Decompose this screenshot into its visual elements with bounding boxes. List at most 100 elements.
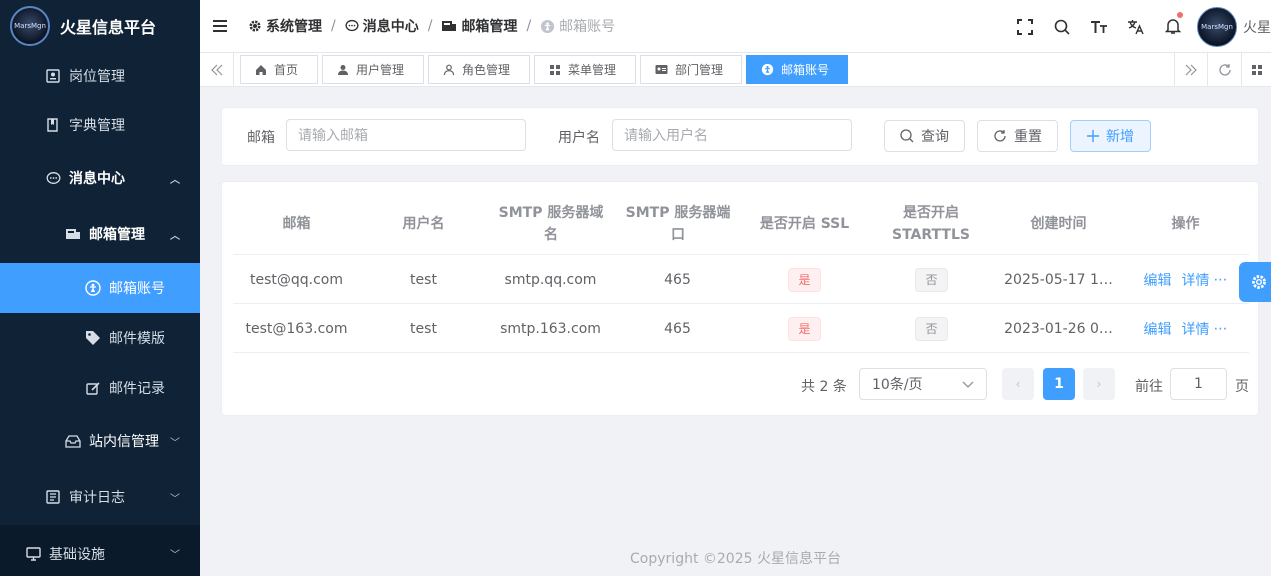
goto-label: 前往 <box>1135 379 1163 395</box>
tab-menu-management[interactable]: 菜单管理 <box>534 55 636 84</box>
mail-search-input[interactable]: 请输入邮箱 <box>286 119 526 151</box>
breadcrumb-item-current: 邮箱账号 <box>540 16 615 36</box>
breadcrumb-label: 邮箱管理 <box>461 19 518 35</box>
sidebar-item-label: 审计日志 <box>69 490 125 506</box>
reset-button[interactable]: 重置 <box>977 120 1058 152</box>
logo[interactable]: MarsMgn 火星信息平台 <box>0 0 200 52</box>
inbox-icon <box>65 433 81 449</box>
tab-label: 部门管理 <box>675 63 724 77</box>
account-icon <box>85 280 101 296</box>
detail-link[interactable]: 详情 <box>1182 270 1210 290</box>
total-count: 共 2 条 <box>801 379 847 395</box>
column-header-username: 用户名 <box>402 216 445 232</box>
tags-view: 首页 用户管理 角色管理 菜单管理 部门管理 邮箱账号 <box>200 53 1271 87</box>
sidebar-item-inbox[interactable]: 站内信管理 ﹀ <box>0 413 200 469</box>
sidebar-item-label: 基础设施 <box>49 546 105 563</box>
scroll-left-icon[interactable] <box>200 53 234 87</box>
add-button[interactable]: 新增 <box>1070 120 1151 152</box>
tab-label: 邮箱账号 <box>781 63 830 77</box>
cell-actions: 编辑 详情 ⋯ <box>1122 304 1249 353</box>
account-icon <box>761 63 774 76</box>
username-label: 用户名 <box>558 130 600 146</box>
username[interactable]: 火星 <box>1243 17 1271 37</box>
refresh-icon[interactable] <box>1208 53 1242 87</box>
plus-icon <box>1087 130 1099 142</box>
search-icon <box>900 129 914 143</box>
table-card: 邮箱 用户名 SMTP 服务器域名 SMTP 服务器端口 是否开启 SSL 是否… <box>221 181 1259 416</box>
page-size-select[interactable]: 10条/页 <box>859 368 987 400</box>
breadcrumb-label: 系统管理 <box>266 19 322 35</box>
search-icon[interactable] <box>1043 0 1080 53</box>
edit-link[interactable]: 编辑 <box>1144 270 1172 290</box>
breadcrumb-item[interactable]: 消息中心 <box>345 16 419 36</box>
log-icon <box>45 489 61 505</box>
more-icon[interactable]: ⋯ <box>1214 321 1228 337</box>
chevron-down-icon: ﹀ <box>170 550 180 561</box>
sidebar-item-label: 岗位管理 <box>69 68 125 85</box>
translate-icon[interactable] <box>1117 0 1154 53</box>
monitor-icon <box>25 546 41 562</box>
sidebar-item-label: 邮箱管理 <box>89 227 145 243</box>
column-header-ssl: 是否开启 SSL <box>759 216 850 232</box>
notification-dot <box>1177 12 1183 18</box>
tab-department-management[interactable]: 部门管理 <box>640 55 742 84</box>
tab-label: 首页 <box>274 63 299 77</box>
footer-copyright: Copyright ©2025 火星信息平台 <box>630 551 841 567</box>
tab-home[interactable]: 首页 <box>240 55 318 84</box>
fullscreen-icon[interactable] <box>1006 0 1043 53</box>
tab-mail-account[interactable]: 邮箱账号 <box>746 55 848 84</box>
prev-page-button[interactable]: ‹ <box>1002 368 1034 400</box>
gear-icon <box>1252 275 1266 289</box>
page-number-current[interactable]: 1 <box>1043 368 1075 400</box>
sidebar: MarsMgn 火星信息平台 岗位管理 字典管理 消息中心 ︿ 邮箱管理 ︿ 邮… <box>0 0 200 576</box>
font-size-icon[interactable] <box>1080 0 1117 53</box>
sidebar-item-message-center[interactable]: 消息中心 ︿ <box>0 151 200 205</box>
cell-created: 2025-05-17 1… <box>1004 271 1113 288</box>
sidebar-item-audit-log[interactable]: 审计日志 ﹀ <box>0 469 200 525</box>
avatar[interactable]: MarsMgn <box>1197 6 1237 47</box>
next-page-button[interactable]: › <box>1083 368 1115 400</box>
grid-icon <box>550 64 560 75</box>
more-icon[interactable]: ⋯ <box>1214 272 1228 288</box>
page-size-value: 10条/页 <box>872 377 923 393</box>
detail-link[interactable]: 详情 <box>1182 319 1210 339</box>
menu-toggle-icon[interactable] <box>200 0 240 53</box>
sidebar-item-infrastructure[interactable]: 基础设施 ﹀ <box>0 525 200 576</box>
column-header-smtp-host: SMTP 服务器域名 <box>498 205 604 243</box>
cell-created: 2023-01-26 0… <box>1004 320 1113 337</box>
bell-icon[interactable] <box>1154 0 1191 53</box>
query-label: 查询 <box>921 129 949 145</box>
breadcrumb: 系统管理 / 消息中心 / 邮箱管理 / 邮箱账号 <box>248 16 615 36</box>
user-outline-icon <box>443 64 455 75</box>
username-search-input[interactable]: 请输入用户名 <box>612 119 852 151</box>
scroll-right-icon[interactable] <box>1174 53 1208 87</box>
tab-role-management[interactable]: 角色管理 <box>428 55 530 84</box>
sidebar-item-mailbox[interactable]: 邮箱管理 ︿ <box>0 205 200 263</box>
grid-menu-icon[interactable] <box>1242 53 1271 87</box>
post-icon <box>45 68 61 84</box>
book-icon <box>45 117 61 133</box>
settings-button[interactable] <box>1239 262 1271 302</box>
divider <box>233 352 1249 353</box>
sidebar-item-mail-account[interactable]: 邮箱账号 <box>0 263 200 313</box>
add-label: 新增 <box>1106 129 1134 145</box>
sidebar-item-mail-template[interactable]: 邮件模版 <box>0 313 200 363</box>
breadcrumb-item[interactable]: 系统管理 <box>248 16 322 36</box>
cell-starttls: 否 <box>868 304 995 353</box>
sidebar-item-dict[interactable]: 字典管理 <box>0 99 200 151</box>
cell-mail: test@qq.com <box>249 271 343 288</box>
tab-user-management[interactable]: 用户管理 <box>322 55 424 84</box>
mailbox-icon <box>442 21 457 31</box>
sidebar-item-post[interactable]: 岗位管理 <box>0 52 200 99</box>
cell-smtp-port: 465 <box>664 320 691 337</box>
breadcrumb-item[interactable]: 邮箱管理 <box>441 16 517 36</box>
sidebar-item-label: 字典管理 <box>69 118 125 134</box>
goto-page-input[interactable]: 1 <box>1170 368 1227 400</box>
home-icon <box>256 64 266 75</box>
sidebar-item-label: 消息中心 <box>69 171 125 187</box>
query-button[interactable]: 查询 <box>884 120 965 152</box>
edit-link[interactable]: 编辑 <box>1144 319 1172 339</box>
cell-smtp-port: 465 <box>664 271 691 288</box>
column-header-mail: 邮箱 <box>282 216 311 232</box>
sidebar-item-mail-log[interactable]: 邮件记录 <box>0 363 200 413</box>
